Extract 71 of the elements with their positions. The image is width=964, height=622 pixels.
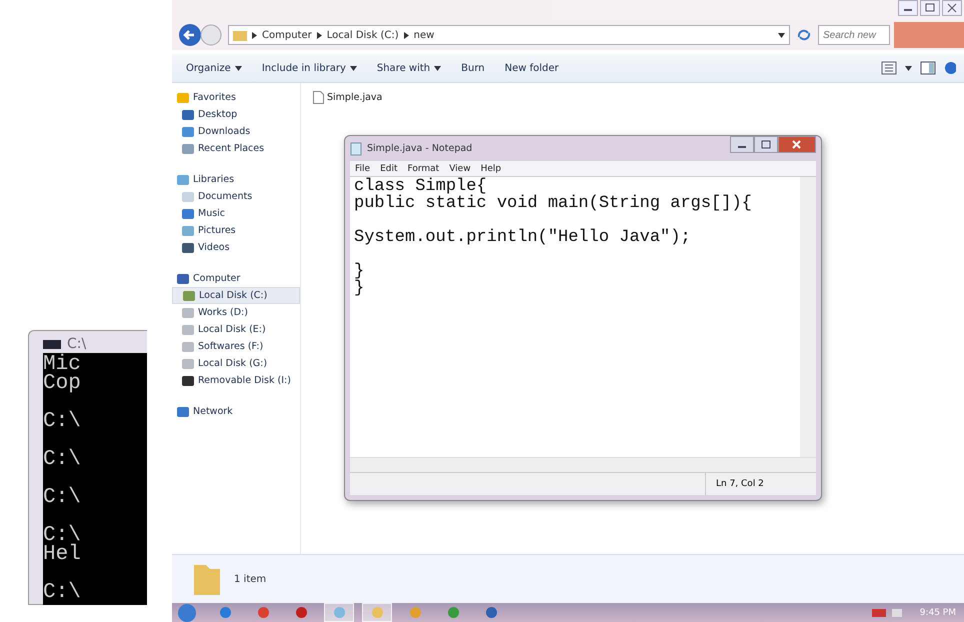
sidebar-item[interactable]: Recent Places	[172, 140, 300, 157]
console-line: C:\	[43, 583, 82, 602]
search-field[interactable]: Search new	[818, 25, 890, 45]
blurred-patch	[894, 22, 964, 48]
console-line: Mic	[43, 355, 82, 374]
maximize-button[interactable]	[920, 0, 940, 16]
menu-item[interactable]: Help	[480, 164, 502, 174]
close-button[interactable]	[942, 0, 962, 16]
address-bar[interactable]: Computer Local Disk (C:) new	[228, 25, 790, 45]
close-button[interactable]	[778, 136, 816, 153]
notepad-icon	[350, 142, 362, 156]
chevron-icon[interactable]	[252, 32, 257, 38]
breadcrumb-item[interactable]: new	[414, 30, 434, 40]
console-line: C:\	[43, 488, 82, 507]
caret-icon	[350, 66, 357, 70]
caret-icon	[434, 66, 442, 70]
toolbar-button[interactable]: Organize	[180, 62, 248, 74]
breadcrumb-item[interactable]: Computer	[262, 30, 312, 40]
preview-pane-icon[interactable]	[920, 61, 936, 75]
toolbar-button[interactable]: Share with	[370, 62, 448, 74]
folder-icon	[233, 29, 247, 41]
console-line: Hel	[43, 545, 82, 564]
minimize-button[interactable]	[730, 136, 754, 153]
console-title: C:\	[67, 336, 86, 352]
breadcrumb-item[interactable]: Local Disk (C:)	[326, 30, 399, 40]
help-icon[interactable]	[944, 61, 956, 75]
sidebar-group[interactable]: Libraries	[172, 171, 300, 188]
sidebar-group[interactable]: Network	[172, 403, 300, 420]
caret-icon	[234, 66, 242, 70]
console-line: C:\	[43, 450, 82, 469]
dropdown-icon[interactable]	[778, 32, 785, 38]
cursor-position: Ln 7, Col 2	[705, 473, 816, 495]
sidebar-item[interactable]: Pictures	[172, 222, 300, 239]
sidebar-item[interactable]: Works (D:)	[172, 304, 300, 321]
toolbar-button[interactable]: Burn	[455, 62, 491, 74]
sidebar-item[interactable]: Removable Disk (I:)	[172, 372, 300, 389]
horizontal-scrollbar[interactable]	[350, 457, 816, 472]
console-line: C:\	[43, 412, 82, 431]
sidebar-item[interactable]: Local Disk (E:)	[172, 321, 300, 338]
console-icon	[43, 340, 61, 348]
sidebar-item[interactable]: Downloads	[172, 123, 300, 140]
sidebar-item[interactable]: Videos	[172, 239, 300, 256]
sidebar-group[interactable]: Favorites	[172, 89, 300, 106]
chevron-icon[interactable]	[404, 32, 409, 38]
sidebar-item[interactable]: Documents	[172, 188, 300, 205]
menu-item[interactable]: Format	[408, 164, 440, 174]
chevron-icon[interactable]	[316, 32, 322, 38]
menu-item[interactable]: File	[355, 164, 370, 174]
clock: 9:45 PM	[920, 608, 956, 618]
sidebar-item[interactable]: Softwares (F:)	[172, 338, 300, 355]
java-file-entry[interactable]: Simple.java	[313, 91, 382, 104]
sidebar-group[interactable]: Computer	[172, 270, 300, 287]
file-icon	[313, 91, 324, 104]
window-title: Simple.java - Notepad	[367, 143, 472, 154]
menu-item[interactable]: Edit	[380, 164, 398, 174]
console-line: Cop	[43, 374, 82, 393]
sidebar-item[interactable]: Music	[172, 205, 300, 222]
menu-item[interactable]: View	[449, 164, 471, 174]
toolbar-button[interactable]: Include in library	[256, 62, 363, 74]
item-count: 1 item	[234, 574, 266, 584]
minimize-button[interactable]	[898, 0, 918, 16]
toolbar-button[interactable]: New folder	[498, 62, 565, 74]
sidebar-item[interactable]: Local Disk (C:)	[172, 287, 300, 304]
console-line: C:\	[43, 526, 82, 545]
maximize-button[interactable]	[754, 136, 778, 153]
sidebar-item[interactable]: Local Disk (G:)	[172, 355, 300, 372]
view-icon[interactable]	[881, 61, 897, 75]
sidebar-item[interactable]: Desktop	[172, 106, 300, 123]
vertical-scrollbar[interactable]	[800, 177, 816, 457]
back-forward-icon[interactable]	[178, 23, 224, 47]
dropdown-icon[interactable]	[905, 66, 912, 70]
